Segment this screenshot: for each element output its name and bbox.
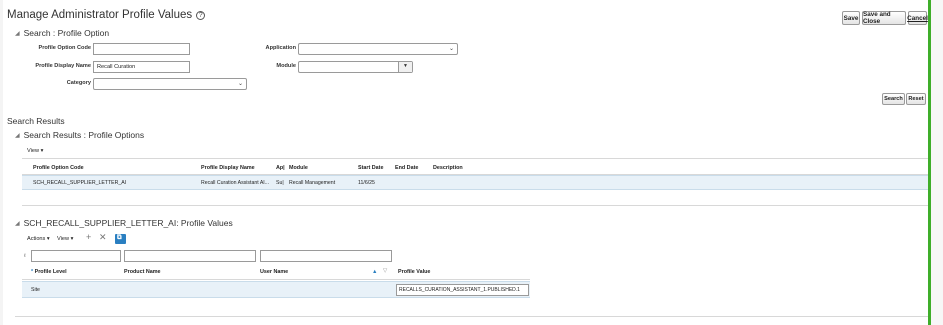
cell-profile-level: Site bbox=[31, 287, 40, 293]
cancel-button[interactable]: Cancel bbox=[907, 11, 928, 25]
search-results-title: Search Results bbox=[7, 116, 65, 126]
cell-application: Su| bbox=[276, 180, 284, 186]
col-header-start-date[interactable]: Start Date bbox=[358, 165, 383, 171]
help-icon[interactable]: ? bbox=[196, 11, 206, 20]
results-view-menu[interactable]: View ▾ bbox=[27, 148, 43, 154]
col-header-profile-display-name[interactable]: Profile Display Name bbox=[201, 165, 255, 171]
search-section-header[interactable]: ◢ Search : Profile Option bbox=[15, 28, 109, 38]
collapse-triangle-icon: ◢ bbox=[15, 31, 20, 37]
col-header-end-date[interactable]: End Date bbox=[395, 165, 418, 171]
profile-value-input[interactable]: RECALLS_CURATION_ASSISTANT_1.PUBLISHED.1 bbox=[396, 284, 529, 296]
profile-option-code-label: Profile Option Code bbox=[38, 45, 91, 51]
table-row[interactable] bbox=[22, 175, 928, 190]
col-header-module[interactable]: Module bbox=[289, 165, 308, 171]
results-section-header[interactable]: ◢ Search Results : Profile Options bbox=[15, 130, 144, 140]
profile-values-section-title: SCH_RECALL_SUPPLIER_LETTER_AI: Profile V… bbox=[23, 218, 233, 228]
actions-menu[interactable]: Actions ▾ bbox=[27, 236, 50, 242]
profile-option-code-input[interactable] bbox=[93, 43, 190, 55]
application-select[interactable]: ⌄ bbox=[298, 43, 458, 55]
module-dropdown-button[interactable]: ▼ bbox=[398, 62, 412, 72]
sort-ascending-icon[interactable]: ▲ bbox=[372, 269, 377, 275]
divider bbox=[22, 205, 928, 206]
collapse-triangle-icon: ◢ bbox=[15, 133, 20, 139]
category-label: Category bbox=[66, 80, 91, 86]
left-border bbox=[0, 0, 3, 325]
delete-icon[interactable]: ✕ bbox=[99, 232, 107, 243]
col-header-description[interactable]: Description bbox=[433, 165, 463, 171]
page-title: Manage Administrator Profile Values? bbox=[7, 9, 206, 21]
application-label: Application bbox=[265, 45, 296, 51]
module-label: Module bbox=[276, 63, 296, 69]
save-and-close-button[interactable]: Save and Close bbox=[862, 11, 906, 25]
col-header-product-name[interactable]: Product Name bbox=[124, 269, 161, 275]
cell-module: Recall Management bbox=[289, 180, 336, 186]
search-section-title: Search : Profile Option bbox=[23, 28, 110, 38]
profile-level-label: Profile Level bbox=[34, 269, 67, 275]
save-button[interactable]: Save bbox=[842, 11, 860, 25]
search-button[interactable]: Search bbox=[882, 93, 905, 105]
cell-profile-display-name: Recall Curation Assistant AI... bbox=[201, 180, 270, 186]
profile-values-section-header[interactable]: ◢ SCH_RECALL_SUPPLIER_LETTER_AI: Profile … bbox=[15, 218, 233, 228]
module-combo[interactable]: ▼ bbox=[298, 61, 413, 73]
add-icon[interactable]: + bbox=[86, 232, 91, 242]
chevron-down-icon: ⌄ bbox=[237, 81, 243, 87]
collapse-triangle-icon: ◢ bbox=[15, 221, 20, 227]
reset-button[interactable]: Reset bbox=[906, 93, 926, 105]
values-view-menu[interactable]: View ▾ bbox=[57, 236, 73, 242]
col-header-profile-value[interactable]: Profile Value bbox=[398, 269, 430, 275]
profile-display-name-label: Profile Display Name bbox=[35, 63, 91, 69]
results-section-title: Search Results : Profile Options bbox=[23, 130, 145, 140]
profile-display-name-input[interactable]: Recall Curation bbox=[93, 61, 190, 73]
col-header-profile-level[interactable]: * Profile Level bbox=[31, 269, 67, 275]
cell-start-date: 11/6/25 bbox=[358, 180, 375, 186]
caret-down-icon: ▼ bbox=[403, 63, 408, 69]
divider bbox=[22, 279, 530, 280]
sort-descending-icon[interactable]: ▽ bbox=[383, 268, 387, 274]
col-header-profile-option-code[interactable]: Profile Option Code bbox=[33, 165, 84, 171]
chevron-down-icon: ⌄ bbox=[448, 46, 454, 52]
filter-user-name[interactable] bbox=[260, 250, 392, 262]
detach-icon[interactable]: ⧉ bbox=[115, 234, 126, 244]
required-mark: * bbox=[31, 269, 34, 275]
col-header-user-name[interactable]: User Name bbox=[260, 269, 288, 275]
filter-icon: ℓ bbox=[24, 253, 26, 259]
category-select[interactable]: ⌄ bbox=[93, 78, 247, 90]
cell-profile-option-code: SCH_RECALL_SUPPLIER_LETTER_AI bbox=[33, 180, 127, 186]
col-header-application[interactable]: Ap| bbox=[276, 165, 285, 171]
divider bbox=[22, 158, 928, 159]
right-gutter bbox=[931, 0, 943, 325]
page-title-text: Manage Administrator Profile Values bbox=[7, 9, 193, 21]
divider bbox=[15, 316, 928, 317]
filter-profile-level[interactable] bbox=[31, 250, 121, 262]
filter-product-name[interactable] bbox=[124, 250, 256, 262]
